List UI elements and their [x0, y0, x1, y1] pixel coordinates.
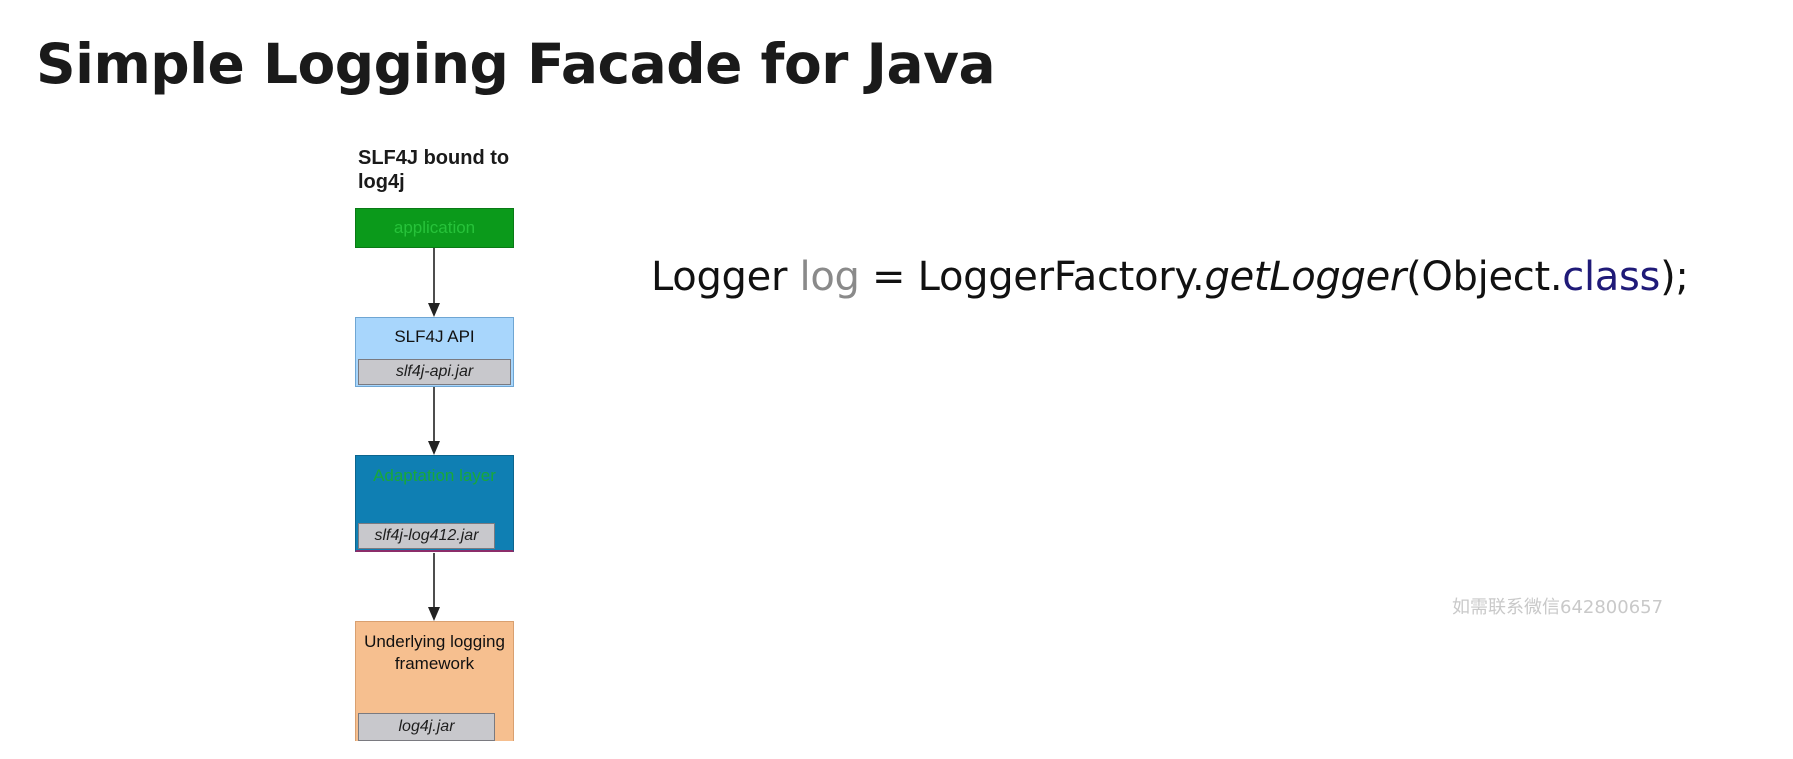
slide-title: Simple Logging Facade for Java: [36, 32, 996, 96]
code-equals: =: [872, 254, 906, 300]
code-variable: log: [799, 254, 860, 300]
underlying-framework-box: Underlying logging framework log4j.jar: [355, 621, 514, 741]
arrow-api-to-adaptation: [428, 387, 440, 455]
slf4j-api-label: SLF4J API: [394, 327, 475, 346]
code-close: );: [1660, 254, 1689, 300]
code-keyword: class: [1562, 254, 1661, 300]
adaptation-layer-label: Adaptation layer: [373, 466, 496, 485]
underlying-framework-label: Underlying logging framework: [364, 632, 505, 673]
underlying-framework-jar: log4j.jar: [358, 713, 495, 741]
slf4j-api-jar: slf4j-api.jar: [358, 359, 511, 385]
code-object: Object.: [1421, 254, 1563, 300]
code-factory: LoggerFactory.: [917, 254, 1205, 300]
adaptation-layer-jar: slf4j-log412.jar: [358, 523, 495, 549]
slf4j-api-box: SLF4J API slf4j-api.jar: [355, 317, 514, 387]
application-box: application: [355, 208, 514, 248]
adaptation-layer-box: Adaptation layer slf4j-log412.jar: [355, 455, 514, 552]
watermark-text: 如需联系微信642800657: [1452, 597, 1664, 618]
code-snippet: Logger log = LoggerFactory.getLogger(Obj…: [651, 249, 1689, 305]
code-type: Logger: [651, 254, 788, 300]
arrow-app-to-api: [428, 248, 440, 317]
arrow-adaptation-to-underlying: [428, 553, 440, 621]
diagram-caption: SLF4J bound to log4j: [358, 147, 510, 193]
application-label: application: [393, 218, 476, 237]
code-method: getLogger: [1204, 254, 1407, 300]
diagram-arrows: [428, 248, 440, 621]
code-open-paren: (: [1406, 254, 1422, 300]
